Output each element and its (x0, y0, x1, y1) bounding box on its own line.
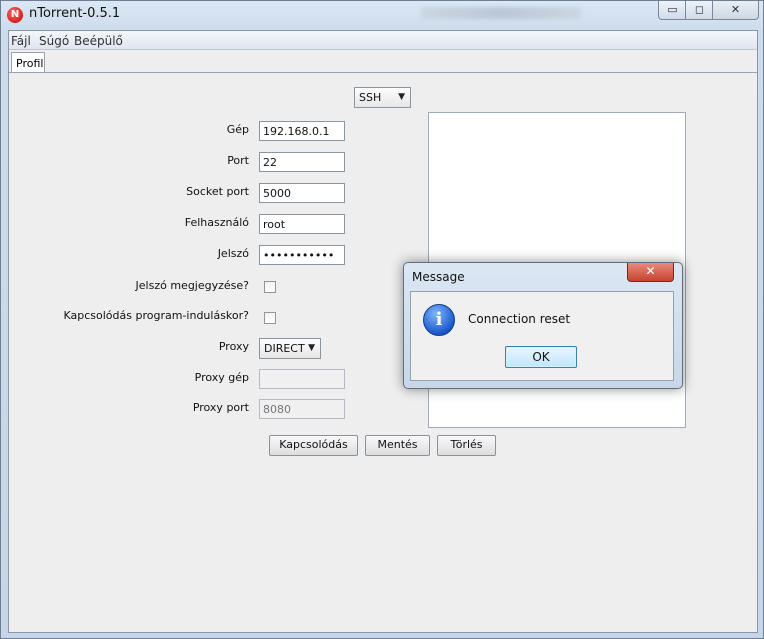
delete-button[interactable]: Törlés (437, 435, 496, 456)
host-label: Gép (226, 123, 249, 136)
dialog-body: i Connection reset OK (410, 291, 674, 381)
minimize-icon: ▭ (667, 3, 678, 16)
user-input[interactable]: root (259, 214, 345, 234)
connect-button[interactable]: Kapcsolódás (269, 435, 358, 456)
proxy-label: Proxy (218, 340, 249, 353)
proxy-value: DIRECT (264, 342, 305, 355)
dialog-close-button[interactable]: ✕ (627, 263, 674, 282)
password-label: Jelszó (217, 247, 249, 260)
title-bar[interactable]: N nTorrent-0.5.1 ▭ ◻ ✕ (1, 1, 763, 29)
save-button[interactable]: Mentés (365, 435, 430, 456)
maximize-icon: ◻ (694, 3, 705, 16)
maximize-button[interactable]: ◻ (685, 1, 714, 20)
port-label: Port (227, 154, 249, 167)
menu-help[interactable]: Súgó (39, 34, 69, 48)
window-title: nTorrent-0.5.1 (29, 6, 121, 21)
autoconnect-label: Kapcsolódás program-induláskor? (63, 309, 250, 322)
proxy-host-label: Proxy gép (194, 371, 249, 384)
menu-file[interactable]: Fájl (11, 34, 31, 48)
connection-type-select[interactable]: SSH ▼ (354, 87, 411, 108)
menu-bar: Fájl Súgó Beépülő (9, 31, 757, 50)
remember-password-label: Jelszó megjegyzése? (135, 279, 249, 292)
tab-divider (9, 72, 757, 73)
dialog-title: Message (412, 270, 465, 284)
port-input[interactable]: 22 (259, 152, 345, 172)
autoconnect-checkbox[interactable] (264, 312, 276, 324)
close-icon: ✕ (730, 3, 741, 16)
socket-port-input[interactable]: 5000 (259, 183, 345, 203)
chevron-down-icon: ▼ (398, 92, 405, 102)
socket-port-label: Socket port (186, 185, 249, 198)
connection-type-value: SSH (359, 91, 382, 104)
close-button[interactable]: ✕ (712, 1, 759, 20)
proxy-port-input[interactable]: 8080 (259, 399, 345, 419)
info-icon: i (423, 304, 455, 336)
host-input[interactable]: 192.168.0.1 (259, 121, 345, 141)
message-dialog: Message ✕ i Connection reset OK (403, 262, 683, 389)
proxy-port-label: Proxy port (192, 401, 249, 414)
ok-button[interactable]: OK (505, 346, 577, 368)
app-logo-icon: N (7, 7, 23, 23)
minimize-button[interactable]: ▭ (658, 1, 687, 20)
proxy-host-input[interactable] (259, 369, 345, 389)
blurred-title-info (421, 7, 581, 19)
dialog-message: Connection reset (468, 312, 571, 326)
password-input[interactable]: ••••••••••• (259, 245, 345, 265)
chevron-down-icon: ▼ (308, 343, 315, 353)
tab-profile[interactable]: Profil (11, 52, 45, 73)
remember-password-checkbox[interactable] (264, 281, 276, 293)
proxy-select[interactable]: DIRECT ▼ (259, 338, 321, 359)
user-label: Felhasználó (184, 216, 249, 229)
close-icon: ✕ (645, 264, 656, 278)
menu-plugins[interactable]: Beépülő (74, 34, 123, 48)
